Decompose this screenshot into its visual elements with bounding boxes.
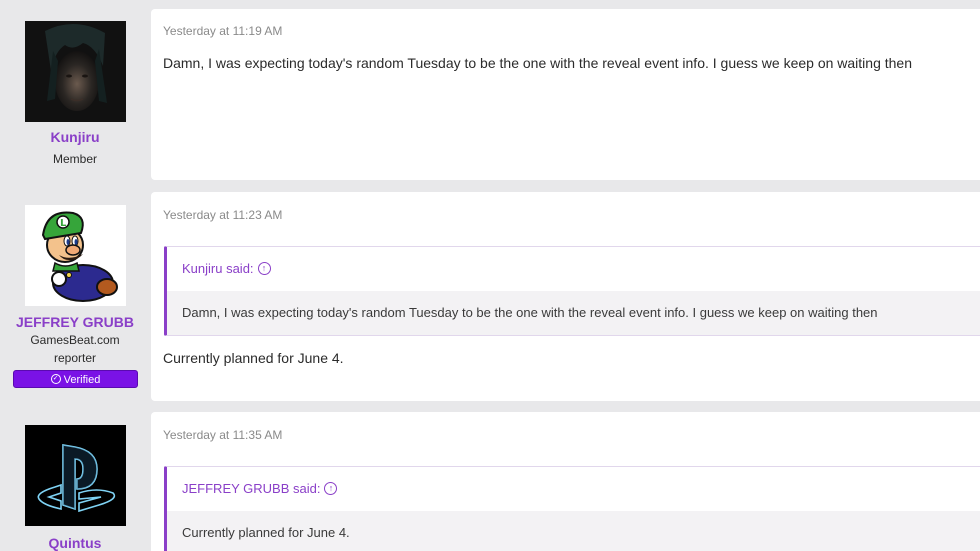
post-timestamp[interactable]: Yesterday at 11:35 AM bbox=[163, 428, 282, 442]
quote-block: JEFFREY GRUBB said: ↑ Currently planned f… bbox=[164, 466, 980, 551]
username[interactable]: Kunjiru bbox=[0, 129, 150, 145]
avatar[interactable] bbox=[25, 21, 126, 122]
quote-text: Damn, I was expecting today's random Tue… bbox=[167, 291, 980, 335]
message-body: Damn, I was expecting today's random Tue… bbox=[163, 55, 913, 71]
post-jeffrey-grubb: L JEFFREY GRUBB GamesBeat.com reporter ✓… bbox=[0, 185, 980, 405]
user-title: reporter bbox=[53, 351, 97, 365]
quote-header[interactable]: JEFFREY GRUBB said: ↑ bbox=[167, 467, 980, 511]
check-circle-icon: ✓ bbox=[50, 374, 61, 385]
avatar[interactable]: L bbox=[25, 205, 126, 306]
message-body: Currently planned for June 4. bbox=[163, 350, 344, 366]
quote-header[interactable]: Kunjiru said: ↑ bbox=[167, 247, 980, 291]
quote-text: Currently planned for June 4. bbox=[167, 511, 980, 551]
avatar-image bbox=[25, 425, 126, 526]
avatar-image: L bbox=[25, 205, 126, 306]
quote-block: Kunjiru said: ↑ Damn, I was expecting tod… bbox=[164, 246, 980, 336]
verified-label: Verified bbox=[63, 374, 101, 386]
message-card: Yesterday at 11:23 AM Kunjiru said: ↑ Dam… bbox=[151, 192, 980, 401]
message-card: Yesterday at 11:19 AM Damn, I was expect… bbox=[151, 9, 980, 180]
post-timestamp[interactable]: Yesterday at 11:23 AM bbox=[163, 208, 282, 222]
quote-author[interactable]: Kunjiru said: bbox=[182, 261, 254, 276]
arrow-up-circle-icon[interactable]: ↑ bbox=[324, 482, 338, 496]
avatar-image bbox=[25, 21, 126, 122]
username[interactable]: Quintus bbox=[0, 535, 150, 551]
quote-author[interactable]: JEFFREY GRUBB said: bbox=[182, 481, 320, 496]
user-title: Member bbox=[52, 152, 97, 166]
verified-badge: ✓ Verified bbox=[13, 370, 138, 388]
user-title: GamesBeat.com bbox=[30, 333, 120, 347]
post-kunjiru: Kunjiru Member Yesterday at 11:19 AM Dam… bbox=[0, 0, 980, 185]
avatar[interactable] bbox=[25, 425, 126, 526]
arrow-up-circle-icon[interactable]: ↑ bbox=[257, 262, 271, 276]
post-timestamp[interactable]: Yesterday at 11:19 AM bbox=[163, 24, 282, 38]
svg-text:L: L bbox=[60, 218, 67, 229]
post-quintus: Quintus Yesterday at 11:35 AM JEFFREY GR… bbox=[0, 405, 980, 551]
message-card: Yesterday at 11:35 AM JEFFREY GRUBB said… bbox=[151, 412, 980, 551]
username[interactable]: JEFFREY GRUBB bbox=[0, 314, 150, 330]
